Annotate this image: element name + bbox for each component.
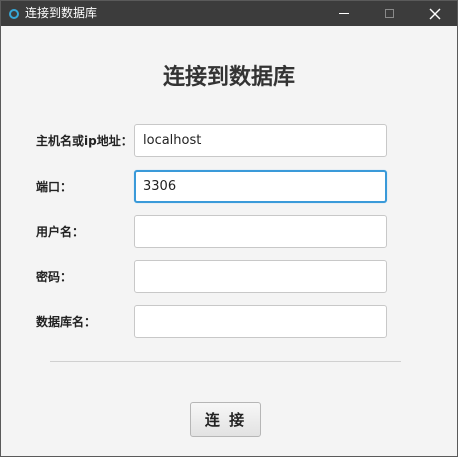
close-button[interactable] [412,1,458,26]
password-input[interactable] [134,260,387,293]
page-title: 连接到数据库 [162,65,295,90]
minimize-button[interactable] [321,1,367,26]
database-name-label: 数据库名： [36,315,97,329]
close-icon [429,8,441,20]
port-input[interactable] [134,170,387,203]
database-name-input[interactable] [134,305,387,338]
connect-button[interactable]: 连 接 [190,402,261,437]
host-label: 主机名或ip地址： [36,134,133,148]
app-window: 连接到数据库 连接到数据库 主机名或ip地址： 端口： 用户名： 密码： 数据库… [0,0,458,457]
username-input[interactable] [134,215,387,248]
window-title: 连接到数据库 [25,6,98,20]
minimize-icon [339,13,349,14]
host-input[interactable] [134,124,387,157]
maximize-button[interactable] [367,1,413,26]
maximize-icon [385,9,394,18]
port-label: 端口： [36,180,73,194]
divider [50,361,401,362]
app-icon [9,9,19,19]
password-label: 密码： [36,270,73,284]
title-bar[interactable]: 连接到数据库 [1,1,457,26]
username-label: 用户名： [36,225,85,239]
